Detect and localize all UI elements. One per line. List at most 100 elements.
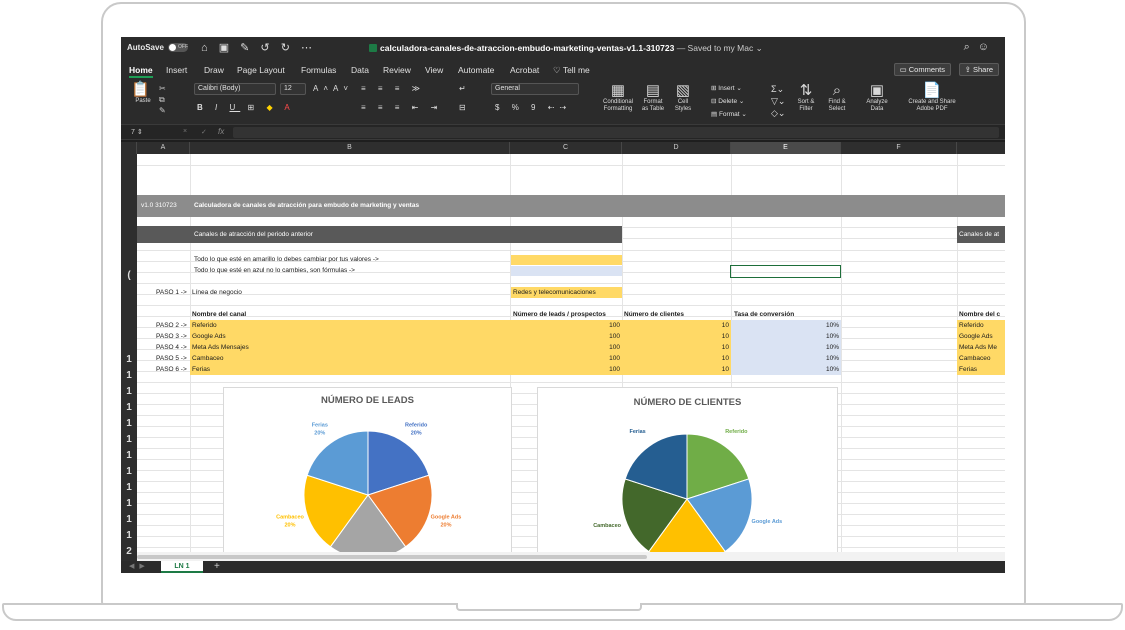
row-header[interactable]: 1 (121, 466, 137, 477)
comma-button[interactable]: 9 (531, 103, 540, 112)
conditional-formatting-button[interactable]: ▦ Conditional Formatting (599, 83, 637, 113)
row-header[interactable]: 1 (121, 370, 137, 381)
confirm-icon[interactable]: ✓ (201, 128, 207, 136)
version-cell[interactable]: v1.0 310723 (141, 200, 177, 211)
clients-cell[interactable]: 10 (622, 320, 729, 331)
channel-right-cell[interactable]: Cambaceo (959, 353, 990, 364)
font-grow-shrink[interactable]: A˄A˅ (313, 84, 353, 93)
rate-cell[interactable]: 10% (731, 320, 839, 331)
clients-cell[interactable]: 10 (622, 342, 729, 353)
row-header[interactable]: 1 (121, 514, 137, 525)
row-header[interactable]: ( (121, 270, 137, 281)
fill-color-icon[interactable]: ◆ (266, 103, 277, 112)
tab-data[interactable]: Data (351, 65, 369, 75)
row-header[interactable]: 1 (121, 482, 137, 493)
tab-insert[interactable]: Insert (166, 65, 187, 75)
row-header[interactable]: 1 (121, 418, 137, 429)
row-header[interactable]: 1 (121, 402, 137, 413)
channel-cell[interactable]: Google Ads (192, 331, 226, 342)
leads-cell[interactable]: 100 (511, 364, 620, 375)
row-header[interactable]: 1 (121, 386, 137, 397)
quick-access-toolbar[interactable]: ⌂ ▣ ✎ ↺ ↻ ⋯ (201, 41, 316, 54)
tab-formulas[interactable]: Formulas (301, 65, 336, 75)
find-select-button[interactable]: ⌕ Find & Select (824, 83, 850, 113)
section-title-cell[interactable]: Canales de atracción del periodo anterio… (194, 229, 313, 240)
channel-right-cell[interactable]: Referido (959, 320, 984, 331)
format-painter-icon[interactable]: ✎ (159, 105, 166, 116)
account-icon[interactable]: ☺ (978, 41, 997, 53)
rate-cell[interactable]: 10% (731, 331, 839, 342)
header-channel[interactable]: Nombre del canal (192, 309, 246, 320)
format-cells-button[interactable]: ▤ Format ⌄ (711, 108, 747, 121)
clients-cell[interactable]: 10 (622, 331, 729, 342)
channel-cell[interactable]: Referido (192, 320, 217, 331)
channel-right-cell[interactable]: Google Ads (959, 331, 993, 342)
search-icon[interactable]: ⌕ (964, 41, 978, 53)
tab-page-layout[interactable]: Page Layout (237, 65, 285, 75)
name-box[interactable]: 7 ⇕ (131, 128, 165, 136)
business-line-cell[interactable]: Redes y telecomunicaciones (511, 287, 622, 298)
cancel-icon[interactable]: × (183, 128, 187, 135)
selected-cell[interactable] (730, 265, 841, 278)
channel-cell[interactable]: Meta Ads Mensajes (192, 342, 249, 353)
row-header[interactable]: 1 (121, 530, 137, 541)
header-clients[interactable]: Número de clientes (624, 309, 684, 320)
column-header-b[interactable]: B (190, 142, 510, 154)
autosum-icon[interactable]: Σ⌄ (771, 83, 785, 95)
percent-button[interactable]: % (512, 103, 524, 112)
leads-chart[interactable]: NÚMERO DE LEADS Referido 20% Google Ads 20%… (223, 387, 512, 561)
sheet-nav-arrows[interactable]: ◀▶ (129, 561, 150, 573)
decimal-buttons[interactable]: ⇠⇢ (548, 103, 571, 112)
column-header-e[interactable]: E (731, 142, 841, 154)
column-header-c[interactable]: C (510, 142, 622, 154)
row-header[interactable]: 1 (121, 354, 137, 365)
number-format-select[interactable]: General (491, 83, 579, 95)
tell-me[interactable]: ♡ Tell me (553, 65, 590, 76)
tab-acrobat[interactable]: Acrobat (510, 65, 539, 75)
column-header-a[interactable]: A (137, 142, 190, 154)
font-name-select[interactable]: Calibri (Body) (194, 83, 276, 95)
currency-button[interactable]: $ (495, 103, 504, 112)
channel-cell[interactable]: Cambaceo (192, 353, 223, 364)
header-channel-right[interactable]: Nombre del c (959, 309, 1000, 320)
autosave-toggle[interactable]: OFF (168, 43, 188, 52)
tab-review[interactable]: Review (383, 65, 411, 75)
font-size-select[interactable]: 12 (280, 83, 306, 95)
analyze-data-button[interactable]: ▣ Analyze Data (863, 83, 891, 113)
font-style-buttons[interactable]: B I U ⊞ ◆ A (197, 103, 295, 112)
saved-status[interactable]: — Saved to my Mac ⌄ (677, 43, 763, 53)
italic-button[interactable]: I (215, 103, 222, 112)
editing-tools[interactable]: Σ⌄ ▽⌄ ◇⌄ (771, 83, 785, 119)
scrollbar-thumb[interactable] (137, 555, 647, 559)
fill-icon[interactable]: ▽⌄ (771, 95, 785, 107)
rate-cell[interactable]: 10% (731, 353, 839, 364)
section-title-right-cell[interactable]: Canales de at (959, 229, 999, 240)
blue-sample-cell[interactable] (511, 266, 622, 276)
number-format-buttons[interactable]: $ % 9 ⇠⇢ (495, 103, 571, 112)
channel-right-cell[interactable]: Meta Ads Me (959, 342, 997, 353)
create-share-pdf-button[interactable]: 📄 Create and Share Adobe PDF (901, 83, 963, 113)
cut-icon[interactable]: ✂ (159, 83, 166, 94)
tab-automate[interactable]: Automate (458, 65, 494, 75)
row-header[interactable]: 1 (121, 450, 137, 461)
clients-cell[interactable]: 10 (622, 353, 729, 364)
leads-cell[interactable]: 100 (511, 342, 620, 353)
underline-button[interactable]: U (229, 103, 240, 112)
borders-icon[interactable]: ⊞ (248, 103, 260, 112)
horizontal-scrollbar[interactable] (137, 552, 1005, 561)
column-header-f[interactable]: F (841, 142, 957, 154)
paste-button[interactable]: 📋 Paste (131, 82, 155, 105)
channel-cell[interactable]: Ferias (192, 364, 210, 375)
search-and-account[interactable]: ⌕☺ (964, 41, 997, 54)
tab-home[interactable]: Home (129, 65, 153, 78)
header-conversion[interactable]: Tasa de conversión (734, 309, 794, 320)
row-header[interactable]: 2 (121, 546, 137, 557)
font-color-icon[interactable]: A (284, 103, 294, 112)
leads-cell[interactable]: 100 (511, 353, 620, 364)
delete-cells-button[interactable]: ⊟ Delete ⌄ (711, 95, 747, 108)
paso1-text[interactable]: Línea de negocio (192, 287, 242, 298)
paso1-label[interactable]: PASO 1 -> (156, 287, 187, 298)
clients-cell[interactable]: 10 (622, 364, 729, 375)
note-yellow-cell[interactable]: Todo lo que esté en amarillo lo debes ca… (194, 254, 379, 265)
clear-icon[interactable]: ◇⌄ (771, 107, 785, 119)
